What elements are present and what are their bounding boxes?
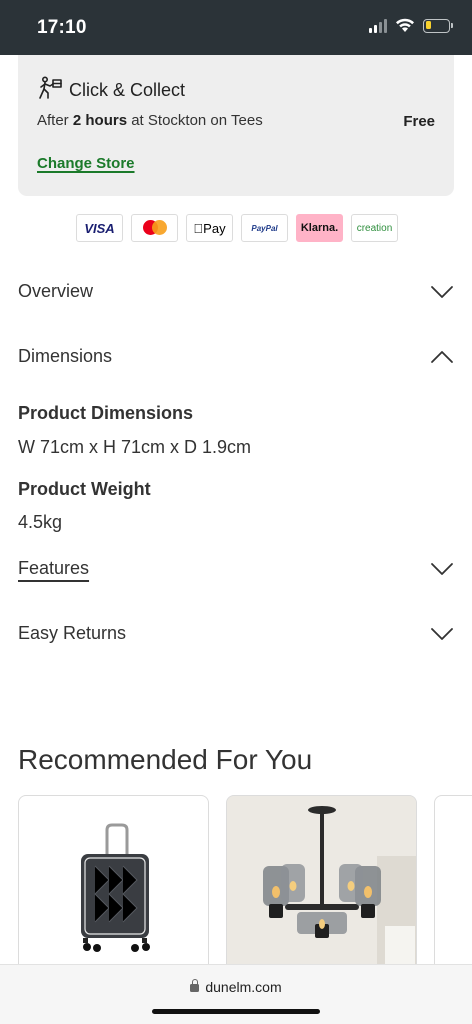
accordion-easy-returns[interactable]: Easy Returns xyxy=(18,623,454,644)
status-time: 17:10 xyxy=(37,17,87,38)
url-text: dunelm.com xyxy=(205,979,282,995)
chevron-down-icon xyxy=(431,627,453,640)
mastercard-logo xyxy=(131,214,178,242)
recommended-heading: Recommended For You xyxy=(18,744,313,775)
accordion-dimensions[interactable]: Dimensions xyxy=(18,346,454,367)
klarna-label: Klarna. xyxy=(300,222,339,234)
apple-icon:  xyxy=(193,221,203,236)
home-indicator[interactable] xyxy=(152,1009,320,1014)
overview-label: Overview xyxy=(18,281,94,301)
product-dimensions-heading: Product Dimensions xyxy=(18,403,194,423)
wifi-icon xyxy=(395,18,415,33)
dimensions-label: Dimensions xyxy=(18,346,113,366)
change-store-link[interactable]: Change Store xyxy=(37,155,135,172)
recommended-product-card[interactable] xyxy=(18,795,209,985)
apple-pay-logo: Pay xyxy=(186,214,233,242)
address-field[interactable]: dunelm.com xyxy=(0,979,472,995)
recommended-product-card[interactable] xyxy=(226,795,417,985)
creation-label: creation xyxy=(356,222,393,234)
product-weight-value: 4.5kg xyxy=(18,512,63,532)
collect-price: Free xyxy=(403,113,435,130)
click-and-collect-title: Click & Collect xyxy=(69,80,186,100)
collect-availability: After 2 hours at Stockton on Tees xyxy=(37,112,263,129)
accordion-features[interactable]: Features xyxy=(18,558,454,579)
click-and-collect-card: Click & Collect After 2 hours at Stockto… xyxy=(18,55,454,196)
battery-icon xyxy=(423,18,453,33)
recommended-product-card-partial[interactable] xyxy=(434,795,472,985)
klarna-logo: Klarna. xyxy=(296,214,343,242)
product-weight-heading: Product Weight xyxy=(18,479,151,499)
paypal-label: PayPal xyxy=(251,223,278,233)
accordion-overview[interactable]: Overview xyxy=(18,281,454,302)
paypal-logo: PayPal xyxy=(241,214,288,242)
chevron-down-icon xyxy=(431,285,453,298)
cellular-signal-icon xyxy=(369,18,387,33)
visa-label: VISA xyxy=(84,220,115,236)
product-dimensions-value: W 71cm x H 71cm x D 1.9cm xyxy=(18,437,252,457)
chevron-up-icon xyxy=(431,350,453,363)
suitcase-image xyxy=(81,823,150,952)
apple-pay-label: Pay xyxy=(198,220,225,236)
person-carrying-box-icon xyxy=(37,76,63,105)
lock-icon xyxy=(190,979,200,992)
creation-logo: creation xyxy=(351,214,398,242)
ceiling-light-image xyxy=(227,796,416,984)
payment-methods: VISA Pay PayPal Klarna. creation xyxy=(76,214,398,242)
browser-address-bar[interactable]: dunelm.com xyxy=(0,964,472,1024)
click-and-collect-header: Click & Collect xyxy=(37,76,185,105)
collect-store: at Stockton on Tees xyxy=(127,112,263,129)
status-bar: 17:10 xyxy=(0,0,472,55)
collect-time: 2 hours xyxy=(72,112,128,129)
chevron-down-icon xyxy=(431,562,453,575)
status-icons xyxy=(369,18,453,33)
visa-logo: VISA xyxy=(76,214,123,242)
collect-line-prefix: After xyxy=(37,112,73,129)
features-label: Features xyxy=(18,558,90,578)
easy-returns-label: Easy Returns xyxy=(18,623,127,643)
